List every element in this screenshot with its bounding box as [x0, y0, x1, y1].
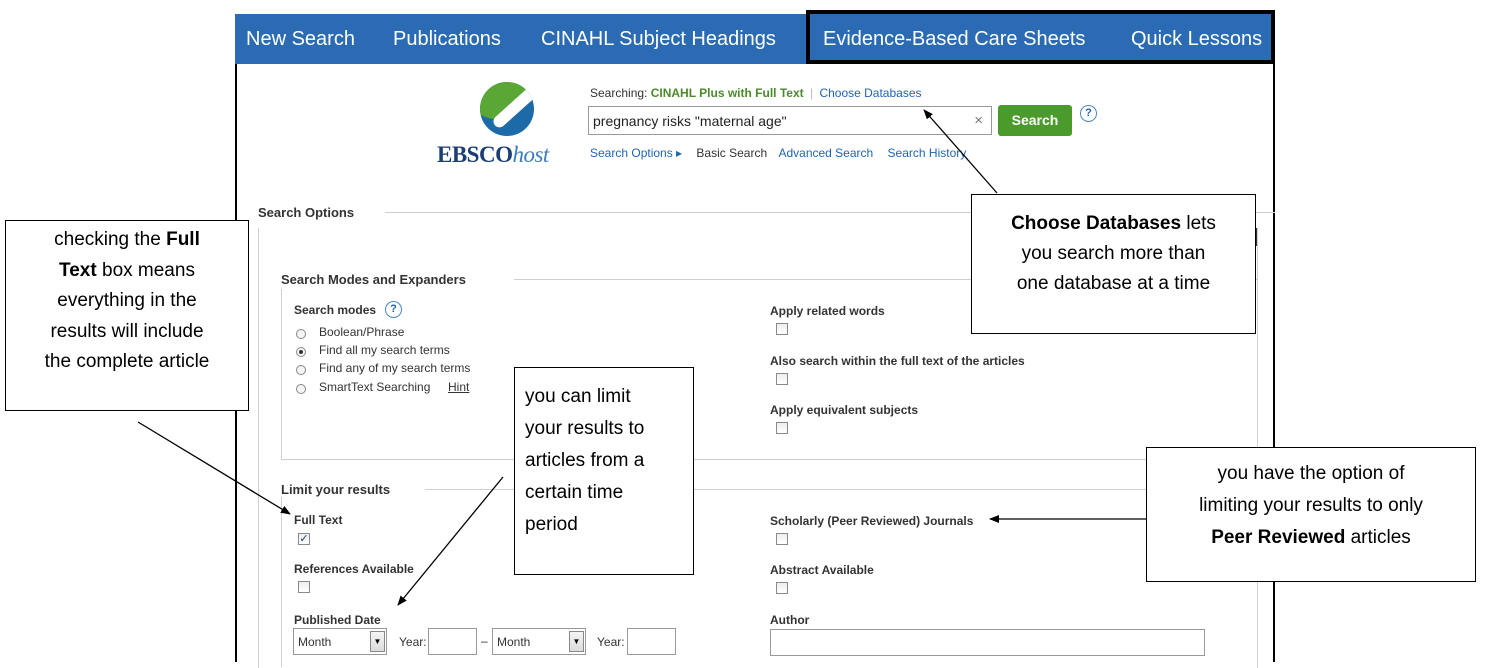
author-label: Author	[770, 613, 810, 627]
current-database: CINAHL Plus with Full Text	[650, 86, 804, 100]
published-from-year-input[interactable]	[428, 628, 477, 655]
full-text-limit-label: Full Text	[294, 513, 343, 527]
scholarly-journals-checkbox[interactable]	[776, 533, 788, 545]
author-input[interactable]	[770, 629, 1205, 656]
callout-peer-reviewed: you have the option of limiting your res…	[1146, 447, 1476, 582]
callout-choose-databases: Choose Databases lets you search more th…	[971, 194, 1256, 334]
basic-search-tab[interactable]: Basic Search	[696, 146, 767, 160]
month-value: Month	[298, 635, 332, 649]
published-from-month-select[interactable]: Month ▼	[293, 628, 387, 655]
nav-highlight-box	[806, 10, 1275, 64]
apply-related-words-checkbox[interactable]	[776, 323, 788, 335]
nav-publications[interactable]: Publications	[393, 28, 501, 51]
equivalent-subjects-label: Apply equivalent subjects	[770, 403, 919, 417]
search-links: Search Options ▸ Basic Search Advanced S…	[590, 146, 966, 160]
mode-smarttext-label: SmartText Searching	[319, 380, 431, 394]
search-box: ×	[588, 106, 992, 135]
advanced-search-link[interactable]: Advanced Search	[778, 146, 873, 160]
search-help-icon[interactable]: ?	[1080, 105, 1097, 122]
search-options-link[interactable]: Search Options ▸	[590, 146, 682, 160]
searching-label: Searching:	[590, 86, 648, 100]
full-text-search-checkbox[interactable]	[776, 373, 788, 385]
search-history-link[interactable]: Search History	[888, 146, 967, 160]
published-to-year-input[interactable]	[627, 628, 676, 655]
choose-databases-link[interactable]: Choose Databases	[819, 86, 921, 100]
searching-line: Searching: CINAHL Plus with Full Text | …	[590, 86, 922, 100]
published-to-month-select[interactable]: Month ▼	[492, 628, 586, 655]
search-modes-label: Search modes	[294, 303, 377, 317]
apply-related-words-label: Apply related words	[770, 304, 885, 318]
full-text-search-label: Also search within the full text of the …	[770, 354, 1025, 368]
search-button[interactable]: Search	[998, 105, 1072, 136]
published-date-label: Published Date	[294, 613, 381, 627]
mode-find-all-radio[interactable]	[296, 347, 306, 357]
mode-find-any-label: Find any of my search terms	[319, 361, 471, 375]
ebsco-logo-text: EBSCOhost	[437, 142, 549, 167]
mode-smarttext-radio[interactable]	[296, 384, 306, 394]
chevron-down-icon: ▼	[370, 631, 385, 652]
year-label: Year:	[597, 635, 625, 649]
chevron-down-icon: ▼	[569, 631, 584, 652]
search-options-title: Search Options	[258, 205, 355, 220]
modes-section-title: Search Modes and Expanders	[281, 272, 466, 287]
equivalent-subjects-checkbox[interactable]	[776, 422, 788, 434]
references-available-label: References Available	[294, 562, 414, 576]
month-value: Month	[497, 635, 531, 649]
scholarly-journals-label: Scholarly (Peer Reviewed) Journals	[770, 514, 974, 528]
mode-find-any-radio[interactable]	[296, 365, 306, 375]
callout-time-period: you can limit your results to articles f…	[514, 367, 694, 575]
ebsco-logo-icon	[480, 82, 534, 136]
abstract-available-checkbox[interactable]	[776, 582, 788, 594]
mode-boolean-label: Boolean/Phrase	[319, 325, 405, 339]
nav-new-search[interactable]: New Search	[246, 28, 355, 51]
mode-boolean-radio[interactable]	[296, 329, 306, 339]
clear-search-icon[interactable]: ×	[974, 112, 983, 129]
year-label: Year:	[399, 635, 427, 649]
references-available-checkbox[interactable]	[298, 581, 310, 593]
nav-cinahl-subject-headings[interactable]: CINAHL Subject Headings	[541, 28, 776, 51]
smarttext-hint-link[interactable]: Hint	[448, 380, 469, 394]
modes-help-icon[interactable]: ?	[385, 301, 402, 318]
limit-results-title: Limit your results	[281, 482, 391, 497]
mode-find-all-label: Find all my search terms	[319, 343, 450, 357]
search-input[interactable]	[593, 111, 963, 131]
callout-full-text: checking the Full Text box means everyth…	[5, 220, 249, 411]
full-text-limit-checkbox[interactable]: ✓	[298, 533, 310, 545]
abstract-available-label: Abstract Available	[770, 563, 874, 577]
date-range-dash: –	[481, 634, 488, 648]
